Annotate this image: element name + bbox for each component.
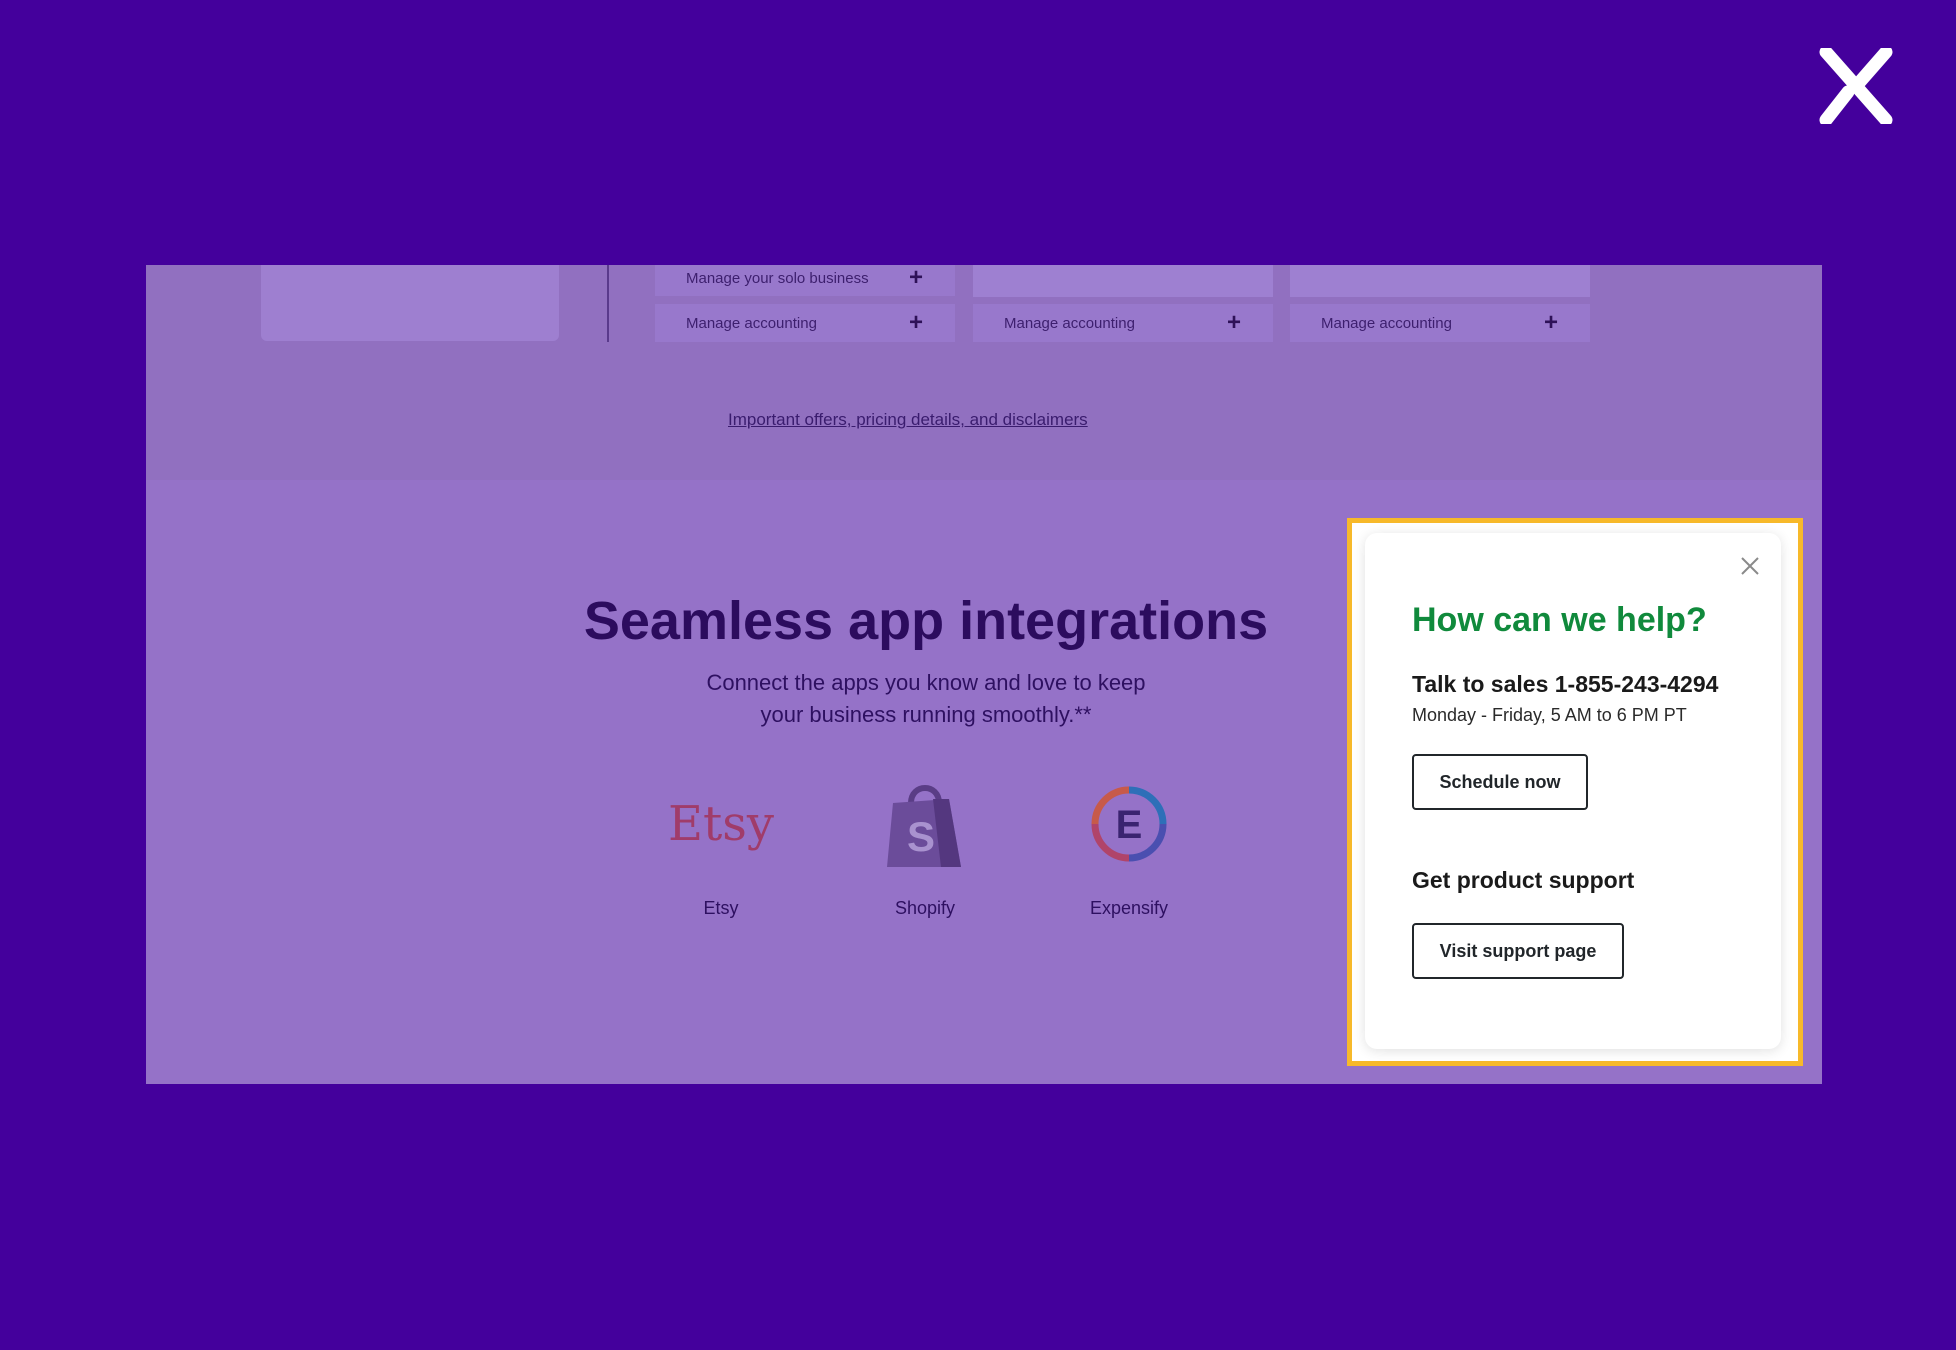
- plan-column-2: Manage accounting +: [973, 265, 1273, 342]
- svg-text:S: S: [907, 813, 935, 860]
- plan-feature-row[interactable]: Manage accounting +: [973, 304, 1273, 342]
- app-name: Shopify: [894, 898, 956, 918]
- app-name: Etsy: [703, 898, 739, 918]
- plus-icon[interactable]: +: [1544, 311, 1558, 335]
- x-logo-icon: [1819, 48, 1893, 124]
- offers-disclaimer-link[interactable]: Important offers, pricing details, and d…: [728, 410, 1088, 430]
- app-etsy[interactable]: Etsy Etsy: [636, 773, 806, 919]
- etsy-logo: Etsy: [636, 773, 806, 875]
- plus-icon[interactable]: +: [1227, 311, 1241, 335]
- plan-feature-row-empty: [1290, 265, 1590, 297]
- plan-feature-label: Manage accounting: [686, 314, 817, 332]
- app-expensify[interactable]: E Expensify: [1044, 773, 1214, 919]
- help-popup: How can we help? Talk to sales 1-855-243…: [1365, 533, 1781, 1049]
- plans-section: Manage your solo business + Manage accou…: [146, 265, 1822, 480]
- visit-support-page-button[interactable]: Visit support page: [1412, 923, 1624, 979]
- plan-column-1: Manage your solo business + Manage accou…: [655, 265, 955, 342]
- support-title: Get product support: [1412, 867, 1635, 893]
- plan-feature-label: Manage accounting: [1321, 314, 1452, 332]
- divider: [607, 265, 609, 342]
- app-shopify[interactable]: S Shopify: [840, 773, 1010, 919]
- sales-phone-text: Talk to sales 1-855-243-4294: [1412, 671, 1719, 697]
- plan-feature-row[interactable]: Manage accounting +: [1290, 304, 1590, 342]
- shopify-bag-icon: S: [840, 773, 1010, 875]
- plan-card-faded: [261, 265, 559, 341]
- plan-feature-row[interactable]: Manage your solo business +: [655, 265, 955, 296]
- etsy-wordmark: Etsy: [667, 796, 775, 852]
- schedule-now-button[interactable]: Schedule now: [1412, 754, 1588, 810]
- plan-feature-row[interactable]: Manage accounting +: [655, 304, 955, 342]
- app-name: Expensify: [1089, 898, 1169, 918]
- expensify-logo: E: [1044, 773, 1214, 875]
- sales-hours-text: Monday - Friday, 5 AM to 6 PM PT: [1412, 705, 1687, 725]
- popup-title: How can we help?: [1412, 601, 1707, 639]
- plan-column-3: Manage accounting +: [1290, 265, 1590, 342]
- plan-feature-row-empty: [973, 265, 1273, 297]
- plus-icon[interactable]: +: [909, 311, 923, 335]
- plus-icon[interactable]: +: [909, 266, 923, 290]
- close-icon[interactable]: [1739, 555, 1761, 577]
- svg-text:E: E: [1116, 803, 1143, 847]
- plan-feature-label: Manage your solo business: [686, 269, 869, 287]
- plan-feature-label: Manage accounting: [1004, 314, 1135, 332]
